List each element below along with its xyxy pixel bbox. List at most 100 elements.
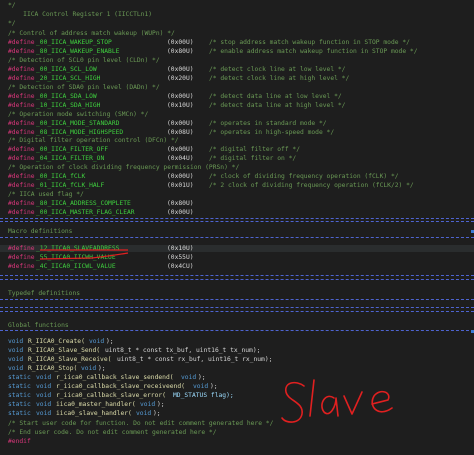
- code-line[interactable]: */: [0, 2, 474, 9]
- code-token: void: [89, 338, 105, 345]
- code-token: /* digital filter on */: [209, 155, 297, 162]
- code-line[interactable]: void R_IICA0_Slave_Receive(uint8_t * cons…: [0, 356, 474, 363]
- code-line[interactable]: #define _00_IICA_MODE_STANDARD (0x00U) /* o…: [0, 120, 474, 127]
- code-line[interactable]: void R_IICA0_Slave_Send(uint8_t * const t…: [0, 347, 474, 354]
- code-token: static: [8, 374, 31, 381]
- code-line[interactable]: /* Digital filter operation control (DFC…: [0, 137, 474, 144]
- code-token: #define: [8, 182, 35, 189]
- code-line[interactable]: /* Control of address match wakeup (WUPn…: [0, 30, 474, 37]
- code-token: void: [36, 401, 52, 408]
- code-token: (0x80U): [167, 200, 194, 207]
- code-token: );: [153, 410, 161, 417]
- code-token: void: [8, 338, 24, 345]
- code-token: (0x20U): [167, 75, 194, 82]
- code-line[interactable]: #define _00_IICA_FILTER_OFF (0x00U) /* digi…: [0, 146, 474, 153]
- code-line[interactable]: void R_IICA0_Stop(void);: [0, 365, 474, 372]
- code-token: (0x00U): [167, 146, 194, 153]
- code-token: MD_STATUS flag);: [173, 392, 234, 399]
- code-line[interactable]: void R_IICA0_Create( void);: [0, 338, 474, 345]
- code-token: void: [8, 365, 24, 372]
- code-token: Global functions: [8, 322, 69, 329]
- code-line[interactable]: #define _12_IICA0_SLAVEADDRESS (0x10U): [0, 245, 474, 252]
- code-token: void: [140, 401, 156, 408]
- code-line[interactable]: #define _20_IICA_SCL_HIGH (0x20U) /* detect…: [0, 75, 474, 82]
- code-line[interactable]: static void r_iica0_callback_slave_receive…: [0, 383, 474, 390]
- code-token: _10_IICA_SDA_HIGH: [36, 102, 101, 109]
- code-token: iica0_slave_handler(: [56, 410, 132, 417]
- code-line[interactable]: #define _80_IICA_ADDRESS_COMPLETE (0x80U): [0, 200, 474, 207]
- code-line[interactable]: static void iica0_master_handler(void);: [0, 401, 474, 408]
- code-token: static: [8, 401, 31, 408]
- code-line[interactable]: #define _80_IICA_WAKEUP_ENABLE (0x80U) /* e…: [0, 48, 474, 55]
- code-token: /* operates in high-speed mode */: [209, 129, 335, 136]
- code-line[interactable]: #define _55_IICA0_IICWH_VALUE (0x55U): [0, 254, 474, 261]
- code-token: Typedef definitions: [8, 290, 81, 297]
- code-token: #define: [8, 102, 35, 109]
- code-token: void: [8, 347, 24, 354]
- code-line[interactable]: /* Operation mode switching (SMCn) */: [0, 111, 474, 118]
- code-token: _00_IICA_MODE_STANDARD: [36, 120, 120, 127]
- section-separator: [0, 237, 474, 238]
- code-token: R_IICA0_Stop(: [28, 365, 78, 372]
- code-line[interactable]: #define _08_IICA_MODE_HIGHSPEED (0x08U) /* …: [0, 129, 474, 136]
- code-line[interactable]: #define _04_IICA_FILTER_ON (0x04U) /* digit…: [0, 155, 474, 162]
- code-token: /* digital filter off */: [209, 146, 300, 153]
- code-token: _08_IICA_MODE_HIGHSPEED: [36, 129, 124, 136]
- code-token: #define: [8, 75, 35, 82]
- code-line[interactable]: #define _00_IICA_fCLK (0x00U) /* clock of d…: [0, 173, 474, 180]
- code-token: /* Detection of SCL0 pin level (CLDn) */: [8, 57, 160, 64]
- code-line[interactable]: Typedef definitions: [0, 290, 474, 297]
- code-token: /* detect data line at low level */: [209, 93, 342, 100]
- code-line[interactable]: #define _00_IICA_SCL_LOW (0x00U) /* detect …: [0, 66, 474, 73]
- code-token: /* detect clock line at high level */: [209, 75, 350, 82]
- code-token: #define: [8, 66, 35, 73]
- code-token: (0x00U): [167, 120, 194, 127]
- code-token: iica0_master_handler(: [56, 401, 136, 408]
- code-token: _00_IICA_SDA_LOW: [36, 93, 97, 100]
- code-token: );: [98, 365, 106, 372]
- code-line[interactable]: /* IICA used flag */: [0, 191, 474, 198]
- code-line[interactable]: #define _00_IICA_MASTER_FLAG_CLEAR (0x00U): [0, 209, 474, 216]
- code-token: );: [106, 338, 114, 345]
- section-separator: [0, 218, 474, 219]
- code-token: #endif: [8, 438, 31, 445]
- code-token: uint8_t * const tx_buf, uint16_t tx_num)…: [105, 347, 261, 354]
- code-token: void: [36, 383, 52, 390]
- code-line[interactable]: static void r_iica0_callback_slave_error(M…: [0, 392, 474, 399]
- code-line[interactable]: #endif: [0, 438, 474, 445]
- code-line[interactable]: static void r_iica0_callback_slave_sendend…: [0, 374, 474, 381]
- code-token: R_IICA0_Create(: [28, 338, 85, 345]
- code-line[interactable]: /* Detection of SCL0 pin level (CLDn) */: [0, 57, 474, 64]
- code-line[interactable]: static void iica0_slave_handler(void);: [0, 410, 474, 417]
- code-token: /* IICA used flag */: [8, 191, 84, 198]
- code-token: _04_IICA_FILTER_ON: [36, 155, 105, 162]
- code-line[interactable]: #define _01_IICA_fCLK_HALF (0x01U) /* 2 clo…: [0, 182, 474, 189]
- code-line[interactable]: */: [0, 20, 474, 27]
- code-line[interactable]: #define _00_IICA_SDA_LOW (0x00U) /* detect …: [0, 93, 474, 100]
- code-token: (0x08U): [167, 129, 194, 136]
- code-token: #define: [8, 209, 35, 216]
- code-token: (0x00U): [167, 66, 194, 73]
- code-line[interactable]: IICA Control Register 1 (IICCTLn1): [0, 11, 474, 18]
- code-token: );: [198, 374, 206, 381]
- code-token: _55_IICA0_IICWH_VALUE: [36, 254, 116, 261]
- code-line[interactable]: #define _00_IICA_WAKEUP_STOP (0x00U) /* sto…: [0, 39, 474, 46]
- code-token: r_iica0_callback_slave_error(: [56, 392, 166, 399]
- code-token: );: [210, 383, 218, 390]
- code-line[interactable]: /* End user code. Do not edit comment ge…: [0, 429, 474, 436]
- code-token: #define: [8, 173, 35, 180]
- code-token: void: [36, 392, 52, 399]
- code-token: IICA Control Register 1 (IICCTLn1): [8, 11, 153, 18]
- code-line[interactable]: /* Detection of SDA0 pin level (DADn) */: [0, 84, 474, 91]
- code-token: _20_IICA_SCL_HIGH: [36, 75, 101, 82]
- code-token: (0x80U): [167, 48, 194, 55]
- code-token: (0x4CU): [167, 263, 194, 270]
- code-line[interactable]: Macro definitions: [0, 228, 474, 235]
- code-line[interactable]: #define _4C_IICA0_IICWL_VALUE (0x4CU): [0, 263, 474, 270]
- code-token: #define: [8, 120, 35, 127]
- code-line[interactable]: #define _10_IICA_SDA_HIGH (0x10U) /* detect…: [0, 102, 474, 109]
- code-editor[interactable]: */ IICA Control Register 1 (IICCTLn1) */ /…: [0, 0, 474, 455]
- code-line[interactable]: /* Operation of clock dividing frequency…: [0, 164, 474, 171]
- code-line[interactable]: /* Start user code for function. Do not …: [0, 420, 474, 427]
- code-line[interactable]: Global functions: [0, 322, 474, 329]
